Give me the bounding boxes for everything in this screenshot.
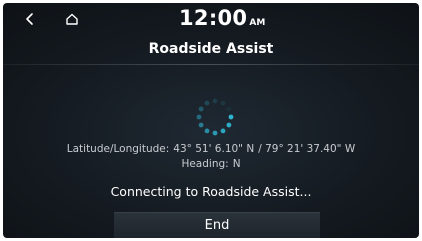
clock: 12:00 AM [179,6,265,30]
roadside-assist-screen: 12:00 AM Roadside Assist Latitude/Longitu… [3,3,419,238]
top-bar: 12:00 AM [3,3,419,38]
coordinates-label: Latitude/Longitude: [66,143,170,155]
chevron-left-icon [26,13,33,25]
page-title: Roadside Assist [148,41,274,57]
end-button[interactable]: End [114,212,320,238]
connection-status: Connecting to Roadside Assist... [110,184,312,199]
coordinates-line: Latitude/Longitude: 43° 51' 6.10" N/ 79° … [3,143,419,155]
loading-spinner-icon [196,98,234,136]
home-icon [66,13,78,25]
heading-label: Heading: [181,158,229,170]
back-button[interactable] [18,7,42,31]
latitude-value: 43° 51' 6.10" N [173,143,255,155]
title-divider [3,64,419,65]
clock-time: 12:00 [179,6,248,30]
heading-value: N [232,158,241,170]
heading-line: Heading: N [3,158,419,170]
clock-ampm: AM [249,18,266,28]
home-button[interactable] [60,7,84,31]
longitude-value: / 79° 21' 37.40" W [258,143,356,155]
